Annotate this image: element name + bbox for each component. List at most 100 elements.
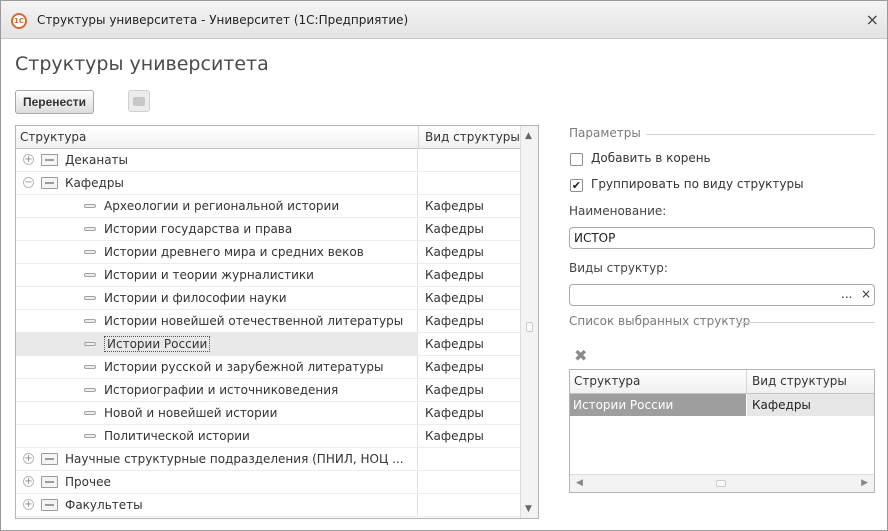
- tree-cell-structure: Археологии и региональной истории: [16, 195, 418, 217]
- scroll-down-icon[interactable]: ▼: [525, 504, 532, 514]
- item-icon: [84, 296, 96, 300]
- item-icon: [84, 434, 96, 438]
- tree-cell-structure: Истории государства и права: [16, 218, 418, 240]
- group-by-kind-checkbox[interactable]: ✔: [570, 179, 583, 192]
- tree-row-label: Истории новейшей отечественной литератур…: [104, 314, 404, 328]
- tree-group-row[interactable]: + Факультеты: [16, 494, 520, 517]
- scroll-thumb[interactable]: [716, 480, 726, 487]
- params-group-title: Параметры: [569, 126, 641, 140]
- expand-icon[interactable]: +: [23, 499, 34, 510]
- selected-row-name: Истории России: [570, 394, 746, 416]
- main-window: 1C Структуры университета - Университет …: [0, 0, 888, 531]
- expand-icon[interactable]: +: [23, 154, 34, 165]
- tree-row[interactable]: Истории новейшей отечественной литератур…: [16, 310, 520, 333]
- folder-icon: [41, 499, 58, 511]
- selected-table-header: Структура Вид структуры: [570, 370, 874, 394]
- expand-icon[interactable]: +: [23, 453, 34, 464]
- folder-icon: [41, 453, 58, 465]
- tree-row[interactable]: Истории и философии науки Кафедры: [16, 287, 520, 310]
- tree-row-label: Истории и философии науки: [104, 291, 287, 305]
- tree-row[interactable]: Истории русской и зарубежной литературы К…: [16, 356, 520, 379]
- column-divider: [746, 370, 747, 394]
- tree-cell-structure: Истории русской и зарубежной литературы: [16, 356, 418, 378]
- column-header-kind[interactable]: Вид структуры: [425, 130, 520, 144]
- tree-row-label: Политической истории: [104, 429, 250, 443]
- selected-table-hscrollbar[interactable]: ◀ ▶: [570, 474, 874, 492]
- expand-icon[interactable]: +: [23, 476, 34, 487]
- selected-row-kind: Кафедры: [747, 394, 874, 416]
- tree-row[interactable]: Историографии и источниковедения Кафедры: [16, 379, 520, 402]
- scroll-right-icon[interactable]: ▶: [861, 478, 868, 488]
- column-header-structure[interactable]: Структура: [20, 130, 86, 144]
- selected-column-kind[interactable]: Вид структуры: [752, 374, 847, 388]
- tree-cell-kind: Кафедры: [425, 268, 484, 282]
- tree-row-label: Истории государства и права: [104, 222, 293, 236]
- tree-cell-kind: Кафедры: [425, 222, 484, 236]
- clear-kinds-button[interactable]: ×: [861, 287, 871, 301]
- tree-row-label: Деканаты: [65, 153, 129, 167]
- item-icon: [84, 273, 96, 277]
- folder-icon: [41, 177, 58, 189]
- tree-header: Структура Вид структуры: [16, 126, 538, 149]
- close-icon[interactable]: ×: [866, 10, 879, 29]
- table-row[interactable]: Истории России Кафедры: [570, 394, 874, 416]
- tree-row-label: Факультеты: [65, 498, 143, 512]
- name-label: Наименование:: [569, 204, 667, 218]
- tree-cell-structure: + Научные структурные подразделения (ПНИЛ…: [16, 448, 418, 470]
- tree-scrollbar[interactable]: ▲ ▼: [520, 126, 538, 518]
- item-icon: [84, 250, 96, 254]
- selected-structures-table[interactable]: Структура Вид структуры Истории России К…: [569, 369, 875, 493]
- selected-column-structure[interactable]: Структура: [574, 374, 640, 388]
- collapse-icon[interactable]: −: [23, 177, 34, 188]
- tree-cell-kind: Кафедры: [425, 199, 484, 213]
- tree-row[interactable]: Истории государства и права Кафедры: [16, 218, 520, 241]
- tree-row[interactable]: Истории России Кафедры: [16, 333, 520, 356]
- tree-row[interactable]: Истории древнего мира и средних веков Каф…: [16, 241, 520, 264]
- tree-row-label: Археологии и региональной истории: [104, 199, 340, 213]
- tree-cell-structure: Историографии и источниковедения: [16, 379, 418, 401]
- tree-cell-kind: Кафедры: [425, 291, 484, 305]
- params-group-line: [646, 134, 875, 135]
- item-icon: [84, 388, 96, 392]
- folder-icon: [41, 476, 58, 488]
- item-icon: [84, 319, 96, 323]
- delete-icon[interactable]: ✖: [574, 346, 587, 365]
- tree-row-label: Прочее: [65, 475, 111, 489]
- app-logo-icon: 1C: [11, 13, 27, 29]
- tree-group-row[interactable]: + Научные структурные подразделения (ПНИЛ…: [16, 448, 520, 471]
- tree-group-row[interactable]: − Кафедры: [16, 172, 520, 195]
- tree-row[interactable]: Археологии и региональной истории Кафедры: [16, 195, 520, 218]
- selected-group-title: Список выбранных структур: [569, 314, 751, 328]
- title-bar: 1C Структуры университета - Университет …: [1, 1, 887, 39]
- item-icon: [84, 204, 96, 208]
- choose-kinds-button[interactable]: ...: [841, 287, 852, 301]
- item-icon: [84, 411, 96, 415]
- tree-cell-kind: Кафедры: [425, 429, 484, 443]
- scroll-up-icon[interactable]: ▲: [525, 131, 532, 141]
- tree-row[interactable]: Истории и теории журналистики Кафедры: [16, 264, 520, 287]
- tree-cell-structure: Истории и философии науки: [16, 287, 418, 309]
- scroll-thumb[interactable]: [526, 322, 533, 332]
- tree-row[interactable]: Политической истории Кафедры: [16, 425, 520, 448]
- printer-icon: [133, 97, 145, 106]
- tree-group-row[interactable]: + Деканаты: [16, 149, 520, 172]
- scroll-left-icon[interactable]: ◀: [576, 478, 583, 488]
- tree-row[interactable]: Новой и новейшей истории Кафедры: [16, 402, 520, 425]
- tree-row-label: Кафедры: [65, 176, 124, 190]
- column-divider: [418, 126, 419, 149]
- print-button[interactable]: [128, 90, 150, 112]
- tree-group-row[interactable]: + Прочее: [16, 471, 520, 494]
- tree-cell-kind: Кафедры: [425, 337, 484, 351]
- tree-cell-structure: Новой и новейшей истории: [16, 402, 418, 424]
- kinds-input[interactable]: [569, 284, 875, 306]
- item-icon: [84, 227, 96, 231]
- add-to-root-checkbox[interactable]: [570, 153, 583, 166]
- tree-cell-structure: + Факультеты: [16, 494, 418, 516]
- move-button[interactable]: Перенести: [15, 90, 94, 114]
- structure-tree[interactable]: Структура Вид структуры + Деканаты − Кафедр…: [15, 125, 539, 519]
- name-input[interactable]: [569, 227, 875, 249]
- tree-row-label: Историографии и источниковедения: [104, 383, 339, 397]
- tree-cell-kind: Кафедры: [425, 245, 484, 259]
- tree-cell-structure: Истории и теории журналистики: [16, 264, 418, 286]
- tree-row-label: Истории русской и зарубежной литературы: [104, 360, 384, 374]
